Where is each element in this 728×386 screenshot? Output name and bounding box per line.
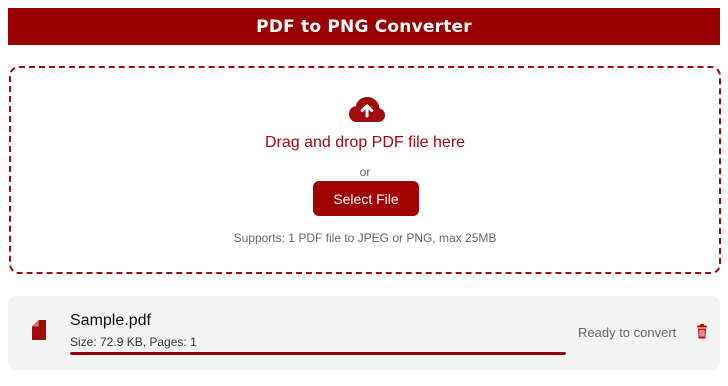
file-name: Sample.pdf bbox=[70, 312, 151, 329]
supported-formats-text: Supports: 1 PDF file to JPEG or PNG, max… bbox=[233, 231, 497, 245]
pdf-file-icon bbox=[32, 320, 46, 340]
page-title: PDF to PNG Converter bbox=[256, 16, 472, 37]
app-header: PDF to PNG Converter bbox=[8, 8, 720, 45]
cloud-upload-icon bbox=[349, 97, 385, 122]
file-progress-bar bbox=[70, 352, 566, 355]
drop-instructions: Drag and drop PDF file here bbox=[264, 134, 466, 151]
drop-zone[interactable]: Drag and drop PDF file here or Select Fi… bbox=[9, 66, 721, 274]
trash-icon bbox=[697, 324, 707, 339]
file-meta: Size: 72.9 KB, Pages: 1 bbox=[70, 335, 197, 349]
delete-file-button[interactable] bbox=[693, 323, 711, 341]
select-file-button[interactable]: Select File bbox=[313, 181, 419, 216]
file-progress-fill bbox=[70, 352, 566, 355]
converter-page: PDF to PNG Converter Drag and drop PDF f… bbox=[0, 0, 728, 386]
file-item: Sample.pdf Size: 72.9 KB, Pages: 1 Ready… bbox=[8, 296, 720, 370]
or-separator: or bbox=[359, 165, 371, 179]
file-status: Ready to convert bbox=[578, 325, 677, 340]
